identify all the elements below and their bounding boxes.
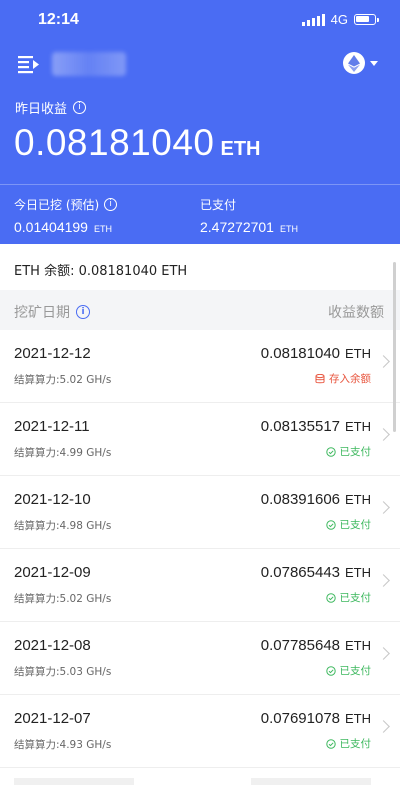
network-label: 4G xyxy=(330,12,348,27)
row-status: 已支付 xyxy=(325,663,371,678)
row-status: 存入余额 xyxy=(315,371,371,386)
today-mined-value: 0.01404199 ETH xyxy=(14,219,112,235)
row-hashrate: 结算算力:5.02 GH/s xyxy=(14,593,112,605)
yesterday-unit: ETH xyxy=(220,138,261,160)
yesterday-earnings-label: 昨日收益 i xyxy=(15,98,87,117)
row-date: 2021-12-11 xyxy=(14,418,90,435)
yesterday-earnings-value: 0.08181040 ETH xyxy=(14,122,261,163)
eth-balance: ETH 余额: 0.08181040 ETH xyxy=(14,264,188,279)
coin-selector[interactable] xyxy=(343,52,378,74)
row-date: 2021-12-12 xyxy=(14,345,91,362)
row-date: 2021-12-09 xyxy=(14,564,91,581)
row-hashrate: 结算算力:5.03 GH/s xyxy=(14,666,112,678)
row-date: 2021-12-10 xyxy=(14,491,91,508)
row-amount: 0.07785648 ETH xyxy=(260,637,371,654)
amount-header: 收益数额 xyxy=(328,305,384,321)
paid-label: 已支付 xyxy=(200,198,237,212)
earnings-row[interactable]: 2021-12-07 结算算力:4.93 GH/s 0.07691078 ETH … xyxy=(0,695,400,768)
header-divider xyxy=(0,184,400,185)
row-amount: 0.07865443 ETH xyxy=(260,564,371,581)
next-row-partial xyxy=(0,768,400,785)
scrollbar[interactable] xyxy=(393,262,396,432)
row-date: 2021-12-08 xyxy=(14,637,91,654)
chevron-down-icon xyxy=(370,60,378,66)
status-icons: 4G xyxy=(301,12,379,27)
ethereum-icon xyxy=(343,52,365,74)
chevron-right-icon xyxy=(377,501,390,514)
chevron-right-icon xyxy=(377,428,390,441)
earnings-row[interactable]: 2021-12-08 结算算力:5.03 GH/s 0.07785648 ETH … xyxy=(0,622,400,695)
list-header: 挖矿日期 i 收益数额 xyxy=(0,290,400,330)
earnings-list: 2021-12-12 结算算力:5.02 GH/s 0.08181040 ETH … xyxy=(0,330,400,768)
row-date: 2021-12-07 xyxy=(14,710,91,727)
signal-icon xyxy=(301,13,325,26)
chevron-right-icon xyxy=(377,647,390,660)
row-status: 已支付 xyxy=(325,444,371,459)
status-bar: 12:14 4G xyxy=(0,0,400,40)
earnings-row[interactable]: 2021-12-12 结算算力:5.02 GH/s 0.08181040 ETH … xyxy=(0,330,400,403)
row-amount: 0.08181040 ETH xyxy=(260,345,371,362)
row-hashrate: 结算算力:4.98 GH/s xyxy=(14,520,112,532)
chevron-right-icon xyxy=(377,720,390,733)
check-circle-icon xyxy=(325,446,336,457)
row-hashrate: 结算算力:4.93 GH/s xyxy=(14,739,112,751)
row-amount: 0.08391606 ETH xyxy=(260,491,371,508)
info-icon[interactable]: i xyxy=(76,305,90,319)
row-status: 已支付 xyxy=(325,517,371,532)
chevron-right-icon xyxy=(377,355,390,368)
earnings-header: 12:14 4G 昨日收益 i 0.08181040 ETH 今日已挖 (预估)… xyxy=(0,0,400,244)
chevron-right-icon xyxy=(377,574,390,587)
check-circle-icon xyxy=(325,738,336,749)
row-hashrate: 结算算力:5.02 GH/s xyxy=(14,374,112,386)
battery-icon xyxy=(354,14,379,25)
check-circle-icon xyxy=(325,519,336,530)
earnings-row[interactable]: 2021-12-10 结算算力:4.98 GH/s 0.08391606 ETH … xyxy=(0,476,400,549)
menu-icon[interactable] xyxy=(18,54,42,74)
earnings-row[interactable]: 2021-12-11 结算算力:4.99 GH/s 0.08135517 ETH … xyxy=(0,403,400,476)
check-circle-icon xyxy=(325,665,336,676)
info-icon[interactable]: i xyxy=(104,198,118,211)
row-amount: 0.08135517 ETH xyxy=(260,418,371,435)
row-status: 已支付 xyxy=(325,590,371,605)
paid-value: 2.47272701 ETH xyxy=(200,219,298,235)
mining-date-header: 挖矿日期 i xyxy=(14,302,90,322)
row-status: 已支付 xyxy=(325,736,371,751)
today-mined-label: 今日已挖 (预估) i xyxy=(14,196,118,213)
account-name-redacted[interactable] xyxy=(52,52,126,76)
row-hashrate: 结算算力:4.99 GH/s xyxy=(14,447,112,459)
info-icon[interactable]: i xyxy=(73,101,87,114)
database-icon xyxy=(315,373,325,383)
earnings-row[interactable]: 2021-12-09 结算算力:5.02 GH/s 0.07865443 ETH … xyxy=(0,549,400,622)
row-amount: 0.07691078 ETH xyxy=(260,710,371,727)
status-time: 12:14 xyxy=(38,11,79,28)
check-circle-icon xyxy=(325,592,336,603)
